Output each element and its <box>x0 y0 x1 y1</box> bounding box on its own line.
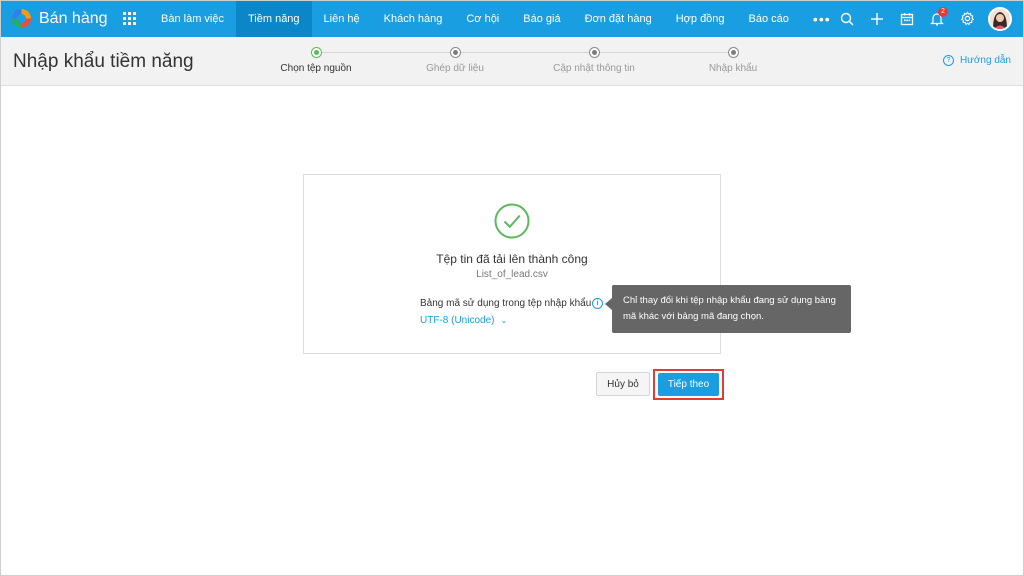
cancel-button[interactable]: Hủy bỏ <box>596 372 650 396</box>
avatar[interactable] <box>988 6 1012 31</box>
main-nav: Bàn làm việc Tiềm năng Liên hệ Khách hàn… <box>149 0 843 37</box>
step-indicator <box>588 47 600 58</box>
topbar-actions: 2 <box>832 0 1024 37</box>
nav-item-opportunities[interactable]: Cơ hội <box>454 0 511 37</box>
page-title: Nhập khẩu tiềm năng <box>13 51 194 72</box>
nav-item-orders[interactable]: Đơn đặt hàng <box>573 0 664 37</box>
upload-success-title: Tệp tin đã tải lên thành công <box>436 252 588 266</box>
tooltip-line: Chỉ thay đổi khi tệp nhập khẩu đang sử d… <box>623 295 836 306</box>
step-label: Ghép dữ liệu <box>426 63 484 74</box>
encoding-value: UTF-8 (Unicode) <box>420 315 495 326</box>
next-button-highlight: Tiếp theo <box>653 369 724 400</box>
next-button[interactable]: Tiếp theo <box>658 373 719 396</box>
step-choose-source: Chọn tệp nguồn <box>246 47 386 74</box>
app-name: Bán hàng <box>39 9 108 27</box>
uploaded-file-name: List_of_lead.csv <box>476 269 548 280</box>
page-header: Nhập khẩu tiềm năng Chọn tệp nguồn Ghép … <box>0 37 1024 86</box>
nav-item-leads[interactable]: Tiềm năng <box>235 0 312 37</box>
step-update-info: Cập nhật thông tin <box>524 47 664 74</box>
step-map-data: Ghép dữ liệu <box>385 47 525 74</box>
tooltip-line: mã khác với bảng mã đang chọn. <box>623 311 764 322</box>
top-navigation-bar: Bán hàng Bàn làm việc Tiềm năng Liên hệ … <box>0 0 1024 37</box>
app-logo-icon <box>12 9 31 28</box>
nav-item-customers[interactable]: Khách hàng <box>372 0 455 37</box>
success-check-icon <box>494 203 530 239</box>
search-icon[interactable] <box>832 0 862 37</box>
step-label: Nhập khẩu <box>708 63 758 74</box>
step-indicator <box>449 47 461 58</box>
encoding-tooltip: Chỉ thay đổi khi tệp nhập khẩu đang sử d… <box>605 285 851 333</box>
plus-icon[interactable] <box>862 0 892 37</box>
brand[interactable]: Bán hàng <box>0 0 149 37</box>
help-icon: ? <box>942 55 954 66</box>
step-import: Nhập khẩu <box>663 47 803 74</box>
calendar-icon[interactable] <box>892 0 922 37</box>
nav-item-contacts[interactable]: Liên hệ <box>312 0 372 37</box>
step-label: Cập nhật thông tin <box>553 63 635 74</box>
notification-badge: 2 <box>938 7 948 17</box>
app-grid-icon[interactable] <box>122 12 136 25</box>
gear-icon[interactable] <box>952 0 982 37</box>
step-indicator-active <box>310 47 322 58</box>
encoding-label: Bảng mã sử dụng trong tệp nhập khẩu <box>420 298 592 309</box>
nav-item-quotes[interactable]: Báo giá <box>511 0 572 37</box>
step-indicator <box>727 47 739 58</box>
encoding-select[interactable]: UTF-8 (Unicode) ⌄ <box>420 315 507 326</box>
bell-icon[interactable]: 2 <box>922 0 952 37</box>
step-label: Chọn tệp nguồn <box>280 63 352 74</box>
help-label: Hướng dẫn <box>959 55 1011 66</box>
chevron-down-icon: ⌄ <box>500 316 508 325</box>
nav-item-contracts[interactable]: Hợp đồng <box>664 0 737 37</box>
nav-item-dashboard[interactable]: Bàn làm việc <box>149 0 236 37</box>
nav-item-reports[interactable]: Báo cáo <box>737 0 801 37</box>
help-link[interactable]: ? Hướng dẫn <box>942 55 1011 66</box>
info-icon[interactable]: i <box>592 298 603 309</box>
